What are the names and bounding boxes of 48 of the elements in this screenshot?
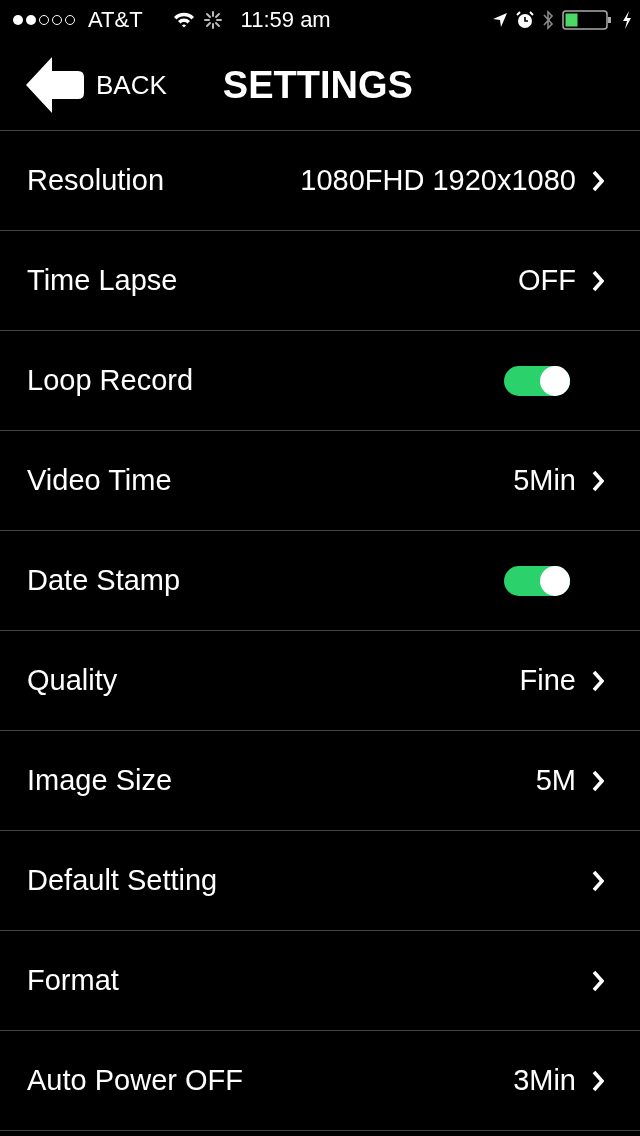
charging-icon (622, 11, 632, 29)
location-icon (492, 12, 508, 28)
chevron-right-icon (592, 769, 604, 792)
settings-row[interactable]: Default Setting (0, 831, 640, 931)
settings-row[interactable]: Date Stamp (0, 531, 640, 631)
settings-row[interactable]: Video Time 5Min (0, 431, 640, 531)
row-value: 3Min (513, 1064, 576, 1097)
settings-row[interactable]: Format (0, 931, 640, 1031)
row-value: 5M (535, 764, 576, 797)
chevron-right-icon (592, 869, 604, 892)
settings-row[interactable]: Loop Record (0, 331, 640, 431)
chevron-right-icon (592, 969, 604, 992)
settings-row[interactable]: Quality Fine (0, 631, 640, 731)
settings-row[interactable]: Resolution 1080FHD 1920x1080 (0, 131, 640, 231)
row-label: Date Stamp (27, 564, 181, 597)
settings-row[interactable]: Time Lapse OFF (0, 231, 640, 331)
chevron-right-icon (592, 469, 604, 492)
status-time: 11:59 am (240, 7, 331, 33)
spinner-icon (202, 10, 223, 30)
alarm-icon (516, 11, 534, 29)
page-title: SETTINGS (222, 63, 413, 107)
carrier-name: AT&T (88, 7, 143, 33)
row-label: Auto Power OFF (27, 1064, 243, 1097)
row-label: Quality (27, 664, 118, 697)
settings-row[interactable]: Image Size 5M (0, 731, 640, 831)
chevron-right-icon (592, 269, 604, 292)
arrow-left-icon (26, 57, 84, 113)
toggle-switch[interactable] (504, 565, 570, 596)
row-value: OFF (518, 264, 576, 297)
back-button[interactable]: BACK (0, 57, 167, 113)
row-label: Loop Record (27, 364, 194, 397)
row-label: Video Time (27, 464, 172, 497)
toggle-switch[interactable] (504, 365, 570, 396)
settings-row[interactable]: Auto Power OFF 3Min (0, 1031, 640, 1131)
row-label: Format (27, 964, 119, 997)
row-label: Default Setting (27, 864, 218, 897)
chevron-right-icon (592, 669, 604, 692)
wifi-icon (172, 12, 195, 28)
row-value: 5Min (513, 464, 576, 497)
battery-icon (562, 10, 614, 30)
row-label: Image Size (27, 764, 173, 797)
bluetooth-icon (542, 10, 554, 30)
row-value: 1080FHD 1920x1080 (300, 164, 576, 197)
row-label: Resolution (27, 164, 165, 197)
chevron-right-icon (592, 1069, 604, 1092)
chevron-right-icon (592, 169, 604, 192)
row-value: Fine (519, 664, 576, 697)
row-label: Time Lapse (27, 264, 178, 297)
